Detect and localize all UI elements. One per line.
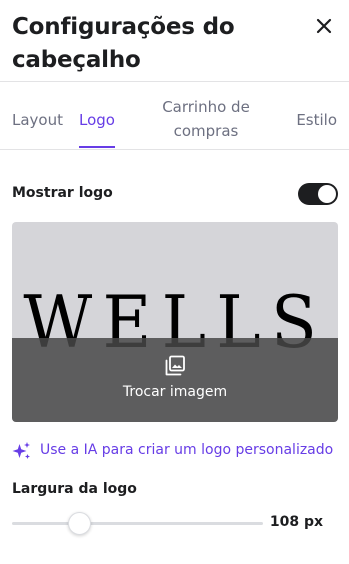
change-image-label: Trocar imagem [122,384,228,400]
show-logo-label: Mostrar logo [12,185,113,201]
toggle-knob [318,185,336,203]
show-logo-toggle[interactable] [298,183,338,205]
page-title: Configurações do cabeçalho [12,14,235,73]
tab-style[interactable]: Estilo [296,108,337,132]
tab-layout[interactable]: Layout [12,108,63,132]
logo-width-label: Largura da logo [12,481,137,497]
tab-bar: Layout Logo Carrinho de compras Estilo [0,82,349,150]
panel-header: Configurações do cabeçalho [0,0,349,82]
logo-image-preview[interactable]: WELLS Trocar imagem [12,222,338,422]
slider-handle[interactable] [68,512,92,535]
tab-shopping-cart[interactable]: Carrinho de compras [150,95,262,143]
tab-logo[interactable]: Logo [79,108,115,132]
change-image-overlay[interactable]: Trocar imagem [12,338,338,422]
image-gallery-icon [163,354,187,378]
show-logo-row: Mostrar logo [12,183,338,207]
sparkles-icon [12,441,32,461]
logo-width-value: 108 px [269,514,323,530]
close-icon[interactable] [313,15,335,37]
active-tab-indicator [79,146,115,148]
slider-track [12,522,263,525]
ai-logo-link-label: Use a IA para criar um logo personalizad… [40,442,334,458]
logo-width-slider[interactable] [12,510,263,536]
